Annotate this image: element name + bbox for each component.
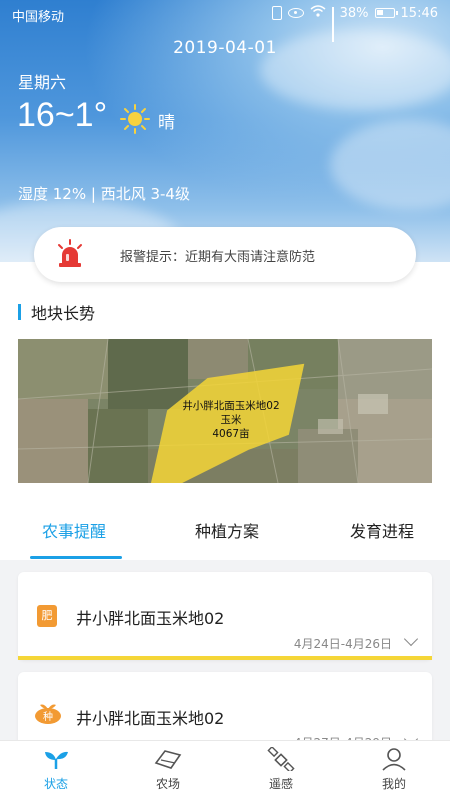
satellite-icon xyxy=(267,747,295,771)
svg-text:种: 种 xyxy=(43,710,53,723)
weather-condition: 晴 xyxy=(158,113,175,133)
temperature: 16~1° xyxy=(17,96,108,134)
tab-planting-plan[interactable]: 种植方案 xyxy=(195,518,259,542)
field-map[interactable]: 井小胖北面玉米地02 玉米 4067亩 xyxy=(18,339,432,483)
cloud-decoration xyxy=(330,120,450,210)
tab-farm-reminders[interactable]: 农事提醒 xyxy=(42,518,106,542)
card-highlight-bar xyxy=(18,656,432,660)
sprout-icon xyxy=(45,751,68,769)
alert-text: 报警提示：近期有大雨请注意防范 xyxy=(120,250,316,265)
bottom-nav: 状态 农场 遥感 我的 xyxy=(0,740,450,800)
tab-bar: 农事提醒 种植方案 发育进程 xyxy=(0,500,450,560)
task-title: 井小胖北面玉米地02 xyxy=(76,709,225,728)
section-title: 地块长势 xyxy=(31,304,96,323)
nav-status[interactable]: 状态 xyxy=(21,747,91,792)
vibrate-icon xyxy=(271,6,282,20)
weather-details: 湿度 12% | 西北风 3-4级 xyxy=(18,185,190,203)
seed-icon: 种 xyxy=(35,704,61,724)
carrier-name: 中国移动 xyxy=(12,10,65,25)
fertilizer-icon: 肥 xyxy=(37,605,57,627)
alarm-light-icon xyxy=(58,239,82,267)
user-icon xyxy=(382,748,406,771)
signal-icon xyxy=(331,7,334,42)
plot-crop: 玉米 xyxy=(220,414,242,426)
nav-label: 状态 xyxy=(43,777,68,791)
section-accent-bar xyxy=(18,304,21,320)
weather-date: 2019-04-01 xyxy=(173,38,277,58)
clock: 15:46 xyxy=(400,5,438,21)
section-header: 地块长势 xyxy=(18,302,96,323)
battery-icon xyxy=(374,8,398,18)
plot-area: 4067亩 xyxy=(212,428,250,440)
eye-comfort-icon xyxy=(287,8,304,18)
plot-name: 井小胖北面玉米地02 xyxy=(182,400,280,412)
sun-icon xyxy=(120,104,150,134)
tab-growth-progress[interactable]: 发育进程 xyxy=(350,518,414,542)
task-date: 4月24日-4月26日 xyxy=(293,637,392,651)
nav-remote-sensing[interactable]: 遥感 xyxy=(246,747,316,792)
status-bar: 中国移动 38% 15:46 xyxy=(0,0,450,42)
battery-percent: 38% xyxy=(339,5,369,21)
weather-weekday: 星期六 xyxy=(18,73,67,92)
field-icon xyxy=(154,750,182,769)
nav-label: 遥感 xyxy=(268,777,293,791)
task-title: 井小胖北面玉米地02 xyxy=(76,609,225,628)
nav-label: 农场 xyxy=(155,777,180,791)
nav-farm[interactable]: 农场 xyxy=(133,747,203,792)
nav-label: 我的 xyxy=(381,777,406,791)
chevron-down-icon[interactable] xyxy=(403,631,419,647)
plot-label: 井小胖北面玉米地02 玉米 4067亩 xyxy=(176,399,286,441)
list-item[interactable]: 肥 井小胖北面玉米地02 4月24日-4月26日 xyxy=(18,572,432,660)
tab-active-indicator xyxy=(30,556,122,559)
alert-banner[interactable]: 报警提示：近期有大雨请注意防范 xyxy=(34,227,416,282)
wifi-icon xyxy=(310,5,326,21)
nav-profile[interactable]: 我的 xyxy=(359,747,429,792)
